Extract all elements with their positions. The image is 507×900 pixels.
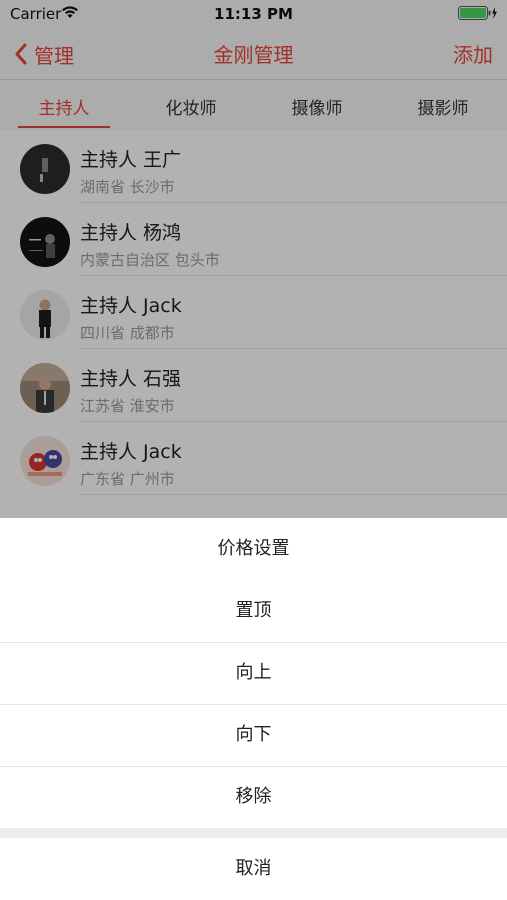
separator xyxy=(0,704,507,705)
pin-to-top-label: 置顶 xyxy=(235,600,272,621)
move-up-label: 向上 xyxy=(235,662,272,683)
remove-button[interactable]: 移除 xyxy=(0,766,507,828)
separator xyxy=(0,642,507,643)
remove-label: 移除 xyxy=(235,786,272,807)
pin-to-top-button[interactable]: 置顶 xyxy=(0,580,507,642)
separator xyxy=(0,766,507,767)
action-sheet: 价格设置 置顶 向上 向下 移除 取消 xyxy=(0,518,507,900)
cancel-button[interactable]: 取消 xyxy=(0,838,507,900)
action-sheet-title: 价格设置 xyxy=(0,518,507,580)
move-down-button[interactable]: 向下 xyxy=(0,704,507,766)
modal-backdrop[interactable] xyxy=(0,0,507,518)
move-down-label: 向下 xyxy=(235,724,272,745)
move-up-button[interactable]: 向上 xyxy=(0,642,507,704)
